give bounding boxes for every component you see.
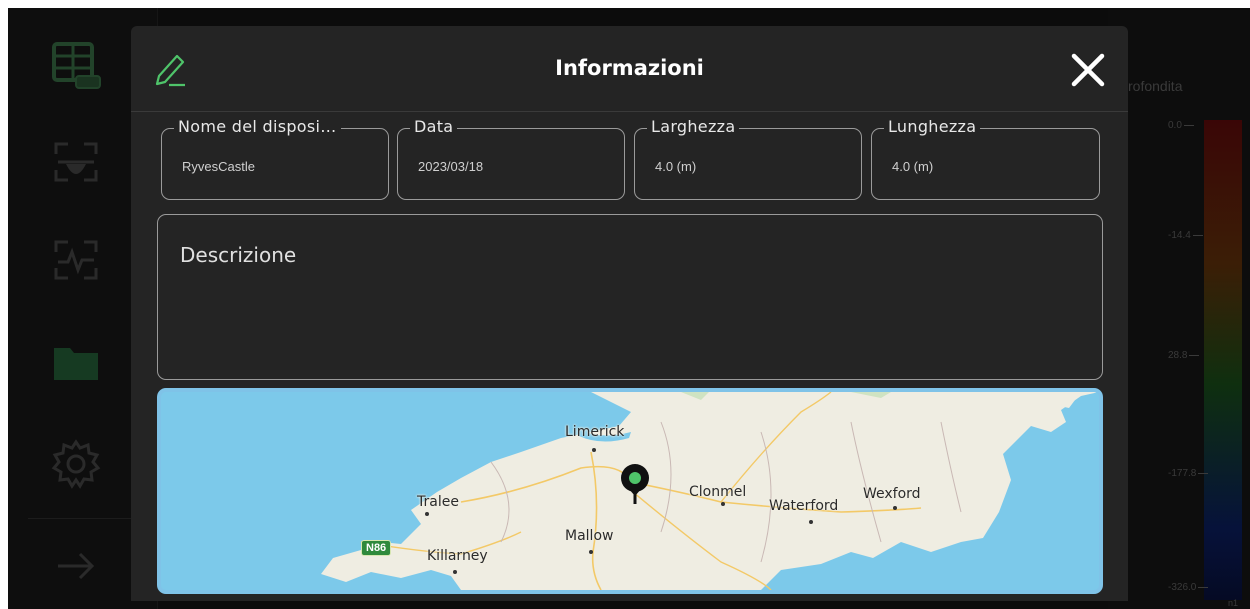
date-input[interactable]: [418, 159, 614, 174]
pulse-icon[interactable]: [40, 224, 112, 296]
location-pin-icon[interactable]: [615, 460, 655, 510]
map-label-clonmel: Clonmel: [689, 484, 747, 500]
sidebar-divider: [28, 518, 148, 519]
folder-icon[interactable]: [40, 326, 112, 398]
scale-tick: -14.4: [1168, 230, 1203, 241]
device-name-input[interactable]: [182, 159, 378, 174]
location-map[interactable]: Limerick Tralee Mallow Clonmel Waterford…: [157, 388, 1103, 594]
scale-tick: 0.0: [1168, 120, 1194, 131]
scale-tick: 28.8: [1168, 350, 1199, 361]
depth-panel: rofondita 0.0 -14.4 28.8 -177.8 -326.0 n…: [1108, 8, 1250, 609]
width-label: Larghezza: [647, 117, 740, 136]
length-label: Lunghezza: [884, 117, 981, 136]
device-name-label: Nome del disposi…: [174, 117, 341, 136]
arrow-right-icon[interactable]: [40, 530, 112, 602]
dialog-header: Informazioni: [131, 26, 1128, 112]
description-field[interactable]: Descrizione: [157, 214, 1103, 380]
info-dialog: Informazioni Nome del disposi… Data Larg…: [131, 26, 1128, 601]
scale-unit: n1: [1228, 598, 1239, 608]
map-label-tralee: Tralee: [417, 494, 459, 510]
depth-panel-label: rofondita: [1128, 78, 1183, 94]
description-label: Descrizione: [180, 243, 297, 267]
scale-tick: -326.0: [1168, 582, 1208, 593]
date-field[interactable]: Data: [397, 117, 625, 200]
map-label-wexford: Wexford: [863, 486, 921, 502]
road-badge: N86: [361, 540, 392, 556]
width-input[interactable]: [655, 159, 851, 174]
device-grid-icon[interactable]: [40, 30, 112, 102]
close-button[interactable]: [1068, 50, 1108, 90]
gear-icon[interactable]: [40, 428, 112, 500]
length-input[interactable]: [892, 159, 1089, 174]
device-name-field[interactable]: Nome del disposi…: [161, 117, 389, 200]
map-label-limerick: Limerick: [565, 424, 625, 440]
date-label: Data: [410, 117, 458, 136]
length-field[interactable]: Lunghezza: [871, 117, 1100, 200]
map-label-mallow: Mallow: [565, 528, 614, 544]
map-label-waterford: Waterford: [769, 498, 839, 514]
scale-tick: -177.8: [1168, 468, 1208, 479]
map-label-killarney: Killarney: [427, 548, 488, 564]
scan-target-icon[interactable]: [40, 126, 112, 198]
width-field[interactable]: Larghezza: [634, 117, 862, 200]
dialog-title: Informazioni: [555, 56, 704, 80]
depth-color-scale: [1204, 120, 1242, 600]
close-icon: [1071, 53, 1105, 87]
